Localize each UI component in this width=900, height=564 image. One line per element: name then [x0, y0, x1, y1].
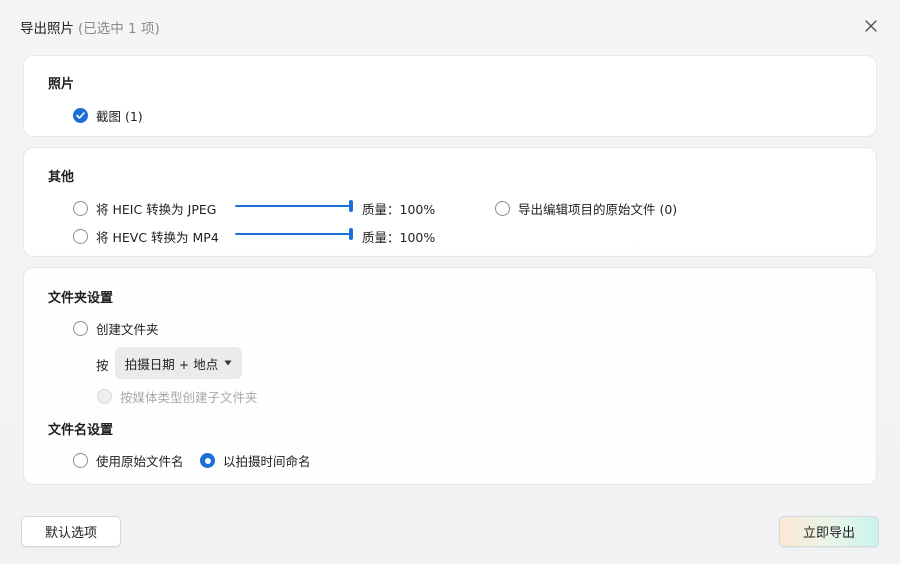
media-type-subfolder-option[interactable]: 按媒体类型创建子文件夹 — [97, 387, 258, 406]
screenshot-label: 截图 (1) — [96, 109, 143, 124]
original-filename-label: 使用原始文件名 — [96, 454, 184, 469]
screenshot-option[interactable]: 截图 (1) — [73, 106, 143, 125]
heic-to-jpeg-option[interactable]: 将 HEIC 转换为 JPEG — [73, 199, 216, 218]
hevc-quality-slider[interactable] — [235, 228, 353, 240]
heic-quality-text: 质量：100% — [362, 202, 436, 217]
capture-time-filename-radio[interactable] — [200, 453, 215, 468]
other-heading: 其他 — [48, 170, 75, 185]
close-icon — [865, 20, 877, 32]
media-type-subfolder-label: 按媒体类型创建子文件夹 — [120, 390, 258, 405]
original-filename-option[interactable]: 使用原始文件名 — [73, 451, 184, 470]
create-folder-option[interactable]: 创建文件夹 — [73, 319, 159, 338]
hevc-to-mp4-option[interactable]: 将 HEVC 转换为 MP4 — [73, 227, 219, 246]
hevc-slider-thumb[interactable] — [349, 228, 353, 240]
folder-grouping-value: 拍摄日期 + 地点 — [124, 356, 219, 372]
media-type-subfolder-radio[interactable] — [97, 389, 112, 404]
folder-grouping-dropdown[interactable]: 拍摄日期 + 地点 — [115, 347, 242, 379]
hevc-radio[interactable] — [73, 229, 88, 244]
create-folder-label: 创建文件夹 — [96, 322, 159, 337]
filename-heading: 文件名设置 — [48, 423, 114, 438]
checkmark-icon[interactable] — [73, 108, 88, 123]
other-section: 其他 将 HEIC 转换为 JPEG 质量：100% 导出编辑项目的原始文件 (… — [23, 147, 877, 257]
caret-down-icon — [224, 360, 232, 366]
dialog-title-selection-count: (已选中 1 项) — [78, 21, 160, 37]
export-originals-radio[interactable] — [495, 201, 510, 216]
folder-settings-section: 文件夹设置 创建文件夹 按 拍摄日期 + 地点 按媒体类型创建子文件夹 文件名设… — [23, 267, 877, 485]
dialog-title-main: 导出照片 — [20, 21, 74, 37]
heic-label: 将 HEIC 转换为 JPEG — [96, 202, 217, 217]
export-originals-label: 导出编辑项目的原始文件 (0) — [518, 202, 678, 217]
hevc-label: 将 HEVC 转换为 MP4 — [96, 230, 219, 245]
heic-quality-slider[interactable] — [235, 200, 353, 212]
heic-slider-thumb[interactable] — [349, 200, 353, 212]
original-filename-radio[interactable] — [73, 453, 88, 468]
by-label: 按 — [96, 358, 109, 373]
photos-section: 照片 截图 (1) — [23, 55, 877, 137]
heic-slider-track — [235, 205, 353, 207]
create-folder-radio[interactable] — [73, 321, 88, 336]
heic-radio[interactable] — [73, 201, 88, 216]
export-originals-option[interactable]: 导出编辑项目的原始文件 (0) — [495, 199, 677, 218]
capture-time-filename-option[interactable]: 以拍摄时间命名 — [200, 451, 311, 470]
default-options-button[interactable]: 默认选项 — [21, 516, 121, 547]
export-now-button[interactable]: 立即导出 — [779, 516, 879, 547]
capture-time-filename-label: 以拍摄时间命名 — [223, 454, 311, 469]
hevc-slider-track — [235, 233, 353, 235]
photos-heading: 照片 — [48, 77, 75, 92]
hevc-quality-text: 质量：100% — [362, 230, 436, 245]
close-button[interactable] — [862, 17, 880, 35]
export-photos-dialog: 导出照片 (已选中 1 项) 照片 截图 (1) 其他 将 HEIC 转换为 J… — [0, 0, 900, 564]
dialog-title: 导出照片 (已选中 1 项) — [20, 17, 160, 37]
folder-heading: 文件夹设置 — [48, 291, 114, 306]
